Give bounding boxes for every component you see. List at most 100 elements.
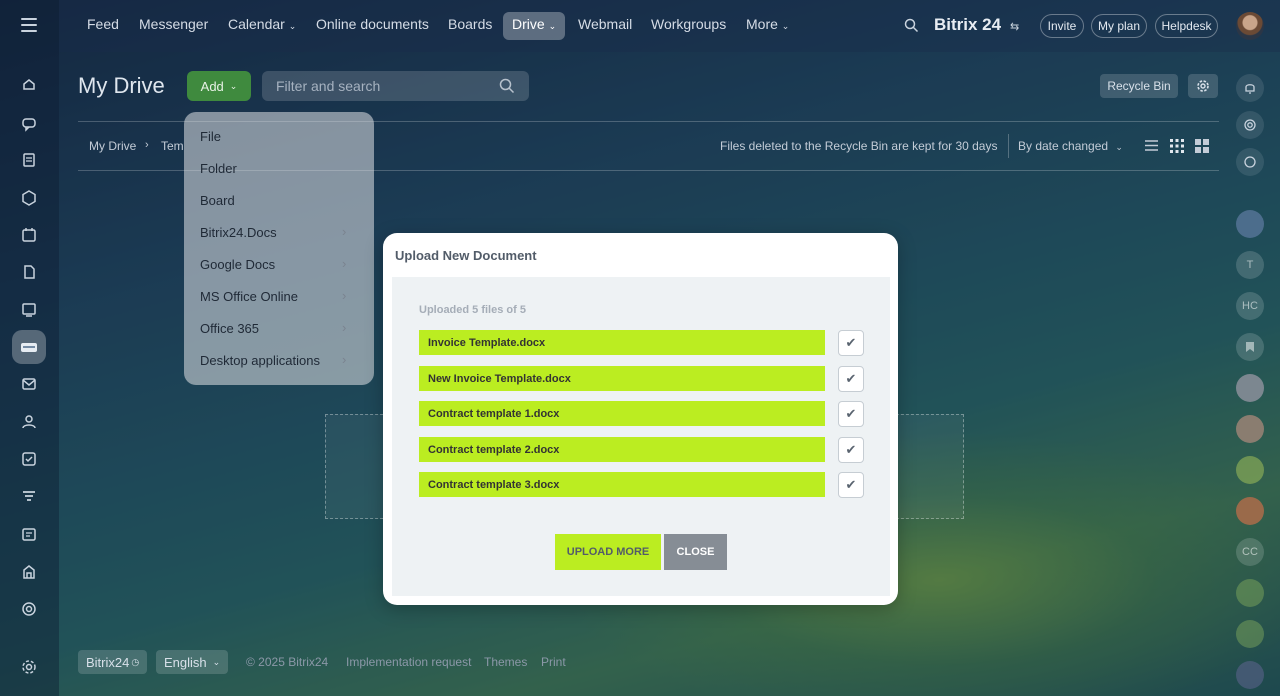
- hexagon-icon[interactable]: [17, 186, 41, 210]
- settings-icon[interactable]: [17, 655, 41, 679]
- list-view-icon[interactable]: [1144, 139, 1159, 155]
- breadcrumb-root[interactable]: My Drive: [89, 139, 136, 153]
- bookmark-icon[interactable]: [1236, 333, 1264, 361]
- chevron-down-icon: ⌄: [1115, 142, 1123, 152]
- menu-item-office-365[interactable]: Office 365: [200, 321, 259, 336]
- uploaded-file-row: Invoice Template.docx: [419, 330, 825, 355]
- uploaded-file-row: Contract template 3.docx: [419, 472, 825, 497]
- nav-item-workgroups[interactable]: Workgroups: [651, 16, 726, 32]
- close-button[interactable]: CLOSE: [664, 534, 727, 570]
- gear-icon[interactable]: [1188, 74, 1218, 98]
- footer-implementation-link[interactable]: Implementation request: [346, 655, 471, 669]
- sort-dropdown[interactable]: By date changed ⌄: [1018, 139, 1123, 153]
- search-input[interactable]: [262, 71, 529, 101]
- nav-item-boards[interactable]: Boards: [448, 16, 492, 32]
- nav-item-more[interactable]: More ⌄: [746, 16, 789, 32]
- nav-item-online-documents[interactable]: Online documents: [316, 16, 429, 32]
- menu-item-google-docs[interactable]: Google Docs: [200, 257, 275, 272]
- task-icon[interactable]: [17, 447, 41, 471]
- chevron-down-icon: ⌄: [548, 21, 557, 31]
- group-icon[interactable]: [1236, 497, 1264, 525]
- chart-icon[interactable]: [1236, 620, 1264, 648]
- chat-icon[interactable]: [17, 112, 41, 136]
- nav-item-drive[interactable]: Drive ⌄: [512, 16, 556, 32]
- contact-avatar[interactable]: [1236, 415, 1264, 443]
- store-icon[interactable]: [17, 560, 41, 584]
- footer-brand-button[interactable]: Bitrix24 ◷: [78, 650, 148, 674]
- chevron-right-icon: ›: [145, 139, 149, 151]
- calendar-icon[interactable]: [1236, 579, 1264, 607]
- document-icon[interactable]: [17, 148, 41, 172]
- people-icon[interactable]: [17, 410, 41, 434]
- spiral-icon[interactable]: [1236, 111, 1264, 139]
- chevron-right-icon: ›: [342, 320, 347, 335]
- search-icon[interactable]: [499, 78, 515, 99]
- check-icon[interactable]: ✔: [838, 330, 864, 356]
- chevron-right-icon: ›: [342, 352, 347, 367]
- right-sidebar: T HC CC: [1220, 52, 1280, 696]
- nav-item-feed[interactable]: Feed: [87, 16, 119, 32]
- avatar[interactable]: [1236, 12, 1264, 40]
- language-selector[interactable]: English ⌄: [156, 650, 229, 674]
- swap-icon[interactable]: ⇆: [1010, 20, 1019, 33]
- filter-icon[interactable]: [17, 485, 41, 509]
- menu-item-desktop-applications[interactable]: Desktop applications: [200, 353, 320, 368]
- board-icon[interactable]: [17, 298, 41, 322]
- left-sidebar: [0, 0, 59, 696]
- my-plan-button[interactable]: My plan: [1091, 14, 1147, 38]
- tile-view-icon[interactable]: [1195, 139, 1209, 156]
- menu-item-board[interactable]: Board: [200, 193, 235, 208]
- search-icon[interactable]: [904, 18, 919, 38]
- helpdesk-button[interactable]: Helpdesk: [1155, 14, 1218, 38]
- nav-item-drive-label: Drive: [512, 16, 545, 32]
- menu-item-ms-office-online[interactable]: MS Office Online: [200, 289, 298, 304]
- dialog-title: Upload New Document: [395, 248, 537, 263]
- contact-avatar[interactable]: HC: [1236, 292, 1264, 320]
- add-button[interactable]: Add ⌄: [187, 71, 251, 101]
- brand-logo[interactable]: Bitrix 24: [934, 15, 1001, 35]
- nav-item-more-label: More: [746, 16, 778, 32]
- language-label: English: [164, 654, 207, 670]
- nav-item-calendar[interactable]: Calendar ⌄: [228, 16, 296, 32]
- menu-icon[interactable]: [21, 18, 37, 32]
- calendar-icon[interactable]: [17, 223, 41, 247]
- bell-icon[interactable]: [1236, 74, 1264, 102]
- check-icon[interactable]: ✔: [838, 366, 864, 392]
- menu-item-folder[interactable]: Folder: [200, 161, 237, 176]
- add-button-label: Add: [200, 78, 224, 94]
- contact-avatar[interactable]: T: [1236, 251, 1264, 279]
- mail-icon[interactable]: [17, 372, 41, 396]
- contact-avatar[interactable]: CC: [1236, 538, 1264, 566]
- upload-status: Uploaded 5 files of 5: [419, 304, 526, 316]
- grid-view-icon[interactable]: [1170, 139, 1184, 156]
- contact-avatar[interactable]: [1236, 210, 1264, 238]
- feed-icon[interactable]: [17, 74, 41, 98]
- target-icon[interactable]: [17, 597, 41, 621]
- app-icon[interactable]: [1236, 661, 1264, 689]
- nav-item-webmail[interactable]: Webmail: [578, 16, 632, 32]
- uploaded-file-row: Contract template 2.docx: [419, 437, 825, 462]
- upload-more-button[interactable]: UPLOAD MORE: [555, 534, 661, 570]
- contact-avatar[interactable]: [1236, 374, 1264, 402]
- page-title: My Drive: [78, 73, 165, 98]
- schedule-icon[interactable]: [17, 522, 41, 546]
- breadcrumb-current[interactable]: Tem: [161, 139, 184, 153]
- uploaded-file-row: Contract template 1.docx: [419, 401, 825, 426]
- file-icon[interactable]: [17, 260, 41, 284]
- footer-themes-link[interactable]: Themes: [484, 655, 527, 669]
- check-icon[interactable]: ✔: [838, 437, 864, 463]
- chat-icon[interactable]: [1236, 456, 1264, 484]
- drive-icon[interactable]: [17, 335, 41, 359]
- chevron-right-icon: ›: [342, 224, 347, 239]
- menu-item-bitrix24-docs[interactable]: Bitrix24.Docs: [200, 225, 277, 240]
- menu-item-file[interactable]: File: [200, 129, 221, 144]
- nav-item-messenger[interactable]: Messenger: [139, 16, 208, 32]
- chat-search-icon[interactable]: [1236, 148, 1264, 176]
- footer-print-link[interactable]: Print: [541, 655, 566, 669]
- check-icon[interactable]: ✔: [838, 472, 864, 498]
- invite-button[interactable]: Invite: [1040, 14, 1084, 38]
- check-icon[interactable]: ✔: [838, 401, 864, 427]
- chevron-right-icon: ›: [342, 288, 347, 303]
- footer-brand-label: Bitrix24: [86, 654, 130, 670]
- recycle-bin-button[interactable]: Recycle Bin: [1100, 74, 1178, 98]
